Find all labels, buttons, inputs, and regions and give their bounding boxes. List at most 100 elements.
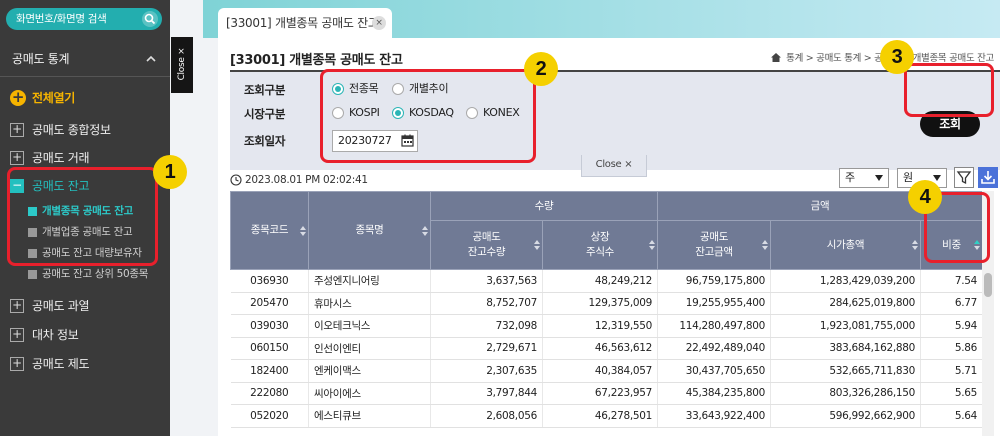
- tab-label: [33001] 개별종목 공매도 잔고: [226, 16, 379, 30]
- tab-stock-short-balance[interactable]: [33001] 개별종목 공매도 잔고 ×: [218, 8, 392, 38]
- col-header-label: 종목명: [355, 224, 384, 236]
- annotation-badge-4: 4: [908, 180, 942, 214]
- cell-ratio: 5.64: [920, 404, 982, 428]
- timestamp-text: 2023.08.01 PM 02:02:41: [245, 174, 368, 186]
- plus-box-icon: +: [10, 151, 24, 165]
- col-header-label: 공매도 잔고수량: [467, 231, 506, 258]
- cell-ratio: 5.71: [920, 359, 982, 383]
- form-close-button[interactable]: Close ×: [581, 155, 647, 177]
- cell-short-qty: 2,729,671: [430, 337, 543, 360]
- cell-ratio: 5.94: [920, 314, 982, 338]
- cell-short-amount: 33,643,922,400: [657, 404, 772, 428]
- sidebar-close-tab[interactable]: Close ×: [171, 37, 193, 93]
- annotation-badge-2: 2: [524, 52, 558, 86]
- cell-code: 182400: [230, 359, 309, 383]
- document-icon: [28, 270, 37, 279]
- cell-code: 052020: [230, 404, 309, 428]
- cell-code: 036930: [230, 269, 309, 293]
- highlight-box-1: [7, 167, 158, 266]
- cell-name: 주성엔지니어링: [308, 269, 431, 293]
- cell-code: 039030: [230, 314, 309, 338]
- search-icon[interactable]: [142, 11, 158, 27]
- market-label: 시장구분: [244, 107, 286, 121]
- divider: [0, 76, 170, 77]
- table-body: 036930 주성엔지니어링 3,637,563 48,249,212 96,759,1…: [230, 269, 982, 428]
- chevron-up-icon[interactable]: [146, 54, 156, 64]
- cell-code: 060150: [230, 337, 309, 360]
- sidebar-item-label: 공매도 종합정보: [32, 123, 111, 137]
- cell-short-qty: 3,797,844: [430, 382, 543, 405]
- screen-search-placeholder: 화면번호/화면명 검색: [16, 13, 107, 25]
- plus-box-icon: +: [10, 123, 24, 137]
- cell-market-cap: 284,625,019,800: [770, 292, 922, 315]
- sidebar-item-lending[interactable]: + 대차 정보: [10, 326, 79, 344]
- cell-short-amount: 30,437,705,650: [657, 359, 772, 383]
- currency-select-value: 원: [903, 171, 913, 184]
- col-header-code[interactable]: 종목코드: [230, 191, 309, 270]
- sidebar-item-regulation[interactable]: + 공매도 제도: [10, 355, 90, 373]
- clock-icon: [230, 174, 242, 186]
- cell-ratio: 7.54: [920, 269, 982, 293]
- screen-search-input[interactable]: 화면번호/화면명 검색: [6, 8, 162, 30]
- scrollbar-thumb[interactable]: [984, 273, 992, 297]
- table-row[interactable]: 182400 엔케이맥스 2,307,635 40,384,057 30,437,705…: [230, 359, 982, 383]
- cell-short-qty: 2,307,635: [430, 359, 543, 383]
- cell-name: 씨아이에스: [308, 382, 431, 405]
- table-row[interactable]: 222080 씨아이에스 3,797,844 67,223,957 45,384,235…: [230, 382, 982, 405]
- plus-box-icon: +: [10, 299, 24, 313]
- cell-name: 엔케이맥스: [308, 359, 431, 383]
- col-header-label: 종목코드: [250, 224, 289, 236]
- cell-listed-shares: 12,319,550: [542, 314, 659, 338]
- sidebar-close-label: Close ×: [177, 47, 187, 81]
- cell-short-qty: 2,608,056: [430, 404, 543, 428]
- sidebar-item-label: 대차 정보: [32, 328, 79, 342]
- annotation-badge-3: 3: [880, 40, 914, 74]
- cell-short-qty: 3,637,563: [430, 269, 543, 293]
- highlight-box-3: [904, 63, 994, 117]
- cell-short-amount: 19,255,955,400: [657, 292, 772, 315]
- submenu-item-top50[interactable]: 공매도 잔고 상위 50종목: [28, 266, 148, 282]
- cell-code: 205470: [230, 292, 309, 315]
- filter-button[interactable]: [954, 167, 974, 188]
- cell-listed-shares: 46,563,612: [542, 337, 659, 360]
- col-header-listed-shares[interactable]: 상장 주식수: [541, 220, 659, 270]
- col-header-label: 공매도 잔고금액: [695, 231, 733, 258]
- cell-code: 222080: [230, 382, 309, 405]
- cell-ratio: 5.65: [920, 382, 982, 405]
- menu-header[interactable]: 공매도 통계: [0, 44, 170, 74]
- submenu-item-label: 공매도 잔고 상위 50종목: [42, 268, 149, 280]
- col-header-short-qty[interactable]: 공매도 잔고수량: [430, 220, 543, 270]
- cell-ratio: 6.77: [920, 292, 982, 315]
- sidebar-item-short-selling-trades[interactable]: + 공매도 거래: [10, 149, 90, 167]
- date-label: 조회일자: [244, 134, 286, 148]
- table-row[interactable]: 052020 에스티큐브 2,608,056 46,278,501 33,643,922…: [230, 404, 982, 428]
- cell-short-qty: 8,752,707: [430, 292, 543, 315]
- cell-name: 에스티큐브: [308, 404, 431, 428]
- cell-name: 인선이엔티: [308, 337, 431, 360]
- cell-listed-shares: 48,249,212: [542, 269, 659, 293]
- plus-circle-icon: +: [10, 88, 26, 106]
- table-row[interactable]: 036930 주성엔지니어링 3,637,563 48,249,212 96,759,1…: [230, 269, 982, 293]
- data-table: 종목코드 종목명 수량 금액 공매도 잔고수량 상장 주식수 공매도 잔고금액 …: [230, 191, 982, 436]
- col-header-market-cap[interactable]: 시가총액: [770, 220, 922, 270]
- col-header-short-amount[interactable]: 공매도 잔고금액: [657, 220, 772, 270]
- cell-market-cap: 532,665,711,830: [770, 359, 922, 383]
- table-row[interactable]: 205470 휴마시스 8,752,707 129,375,009 19,255,955…: [230, 292, 982, 315]
- cell-short-amount: 114,280,497,800: [657, 314, 772, 338]
- table-row[interactable]: 039030 이오테크닉스 732,098 12,319,550 114,280,497…: [230, 314, 982, 338]
- col-header-name[interactable]: 종목명: [308, 191, 431, 270]
- cell-listed-shares: 46,278,501: [542, 404, 659, 428]
- home-icon[interactable]: [771, 53, 782, 62]
- download-button[interactable]: [978, 167, 998, 188]
- cell-listed-shares: 129,375,009: [542, 292, 659, 315]
- sidebar-item-short-selling-overview[interactable]: + 공매도 종합정보: [10, 121, 111, 139]
- sidebar-item-label: 공매도 과열: [32, 299, 90, 313]
- table-row[interactable]: 060150 인선이엔티 2,729,671 46,563,612 22,492,489…: [230, 337, 982, 360]
- chevron-down-icon: [875, 175, 883, 181]
- sidebar-item-overheating[interactable]: + 공매도 과열: [10, 297, 90, 315]
- expand-all-button[interactable]: + 전체열기: [10, 89, 75, 107]
- close-icon[interactable]: ×: [372, 16, 386, 30]
- unit-select[interactable]: 주: [839, 168, 889, 188]
- filter-icon: [956, 171, 972, 185]
- col-group-quantity: 수량: [429, 191, 659, 221]
